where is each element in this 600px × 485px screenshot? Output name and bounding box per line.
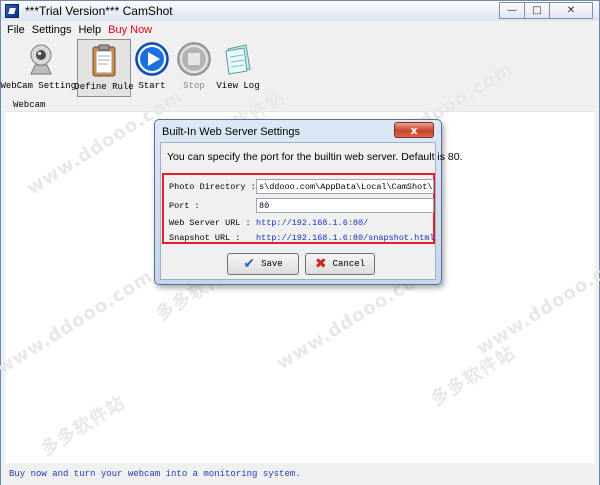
view-log-button[interactable]: View Log [215,39,261,97]
webcam-panel-label: Webcam [13,100,46,110]
snapshot-url-link[interactable]: http://192.168.1.6:80/snapshot.html [256,233,435,243]
webcam-icon [23,41,59,77]
watermark: www.ddooo.com [0,265,157,380]
window-controls: — □ ✕ [499,2,593,19]
menu-settings[interactable]: Settings [32,24,72,36]
cancel-button[interactable]: ✖ Cancel [305,253,375,275]
dialog-close-button[interactable]: x [394,122,434,138]
web-server-settings-dialog: Built-In Web Server Settings x You can s… [154,119,463,285]
web-server-url-label: Web Server URL : [169,218,251,228]
save-label: Save [261,259,283,269]
play-icon [134,41,170,77]
app-icon [5,4,19,18]
cross-icon: ✖ [314,256,327,272]
notepad-icon [220,41,256,77]
dialog-body: You can specify the port for the builtin… [160,142,463,280]
menu-file[interactable]: File [7,24,25,36]
start-button[interactable]: Start [131,39,173,97]
window-title: ***Trial Version*** CamShot [25,4,173,18]
minimize-button[interactable]: — [499,2,525,19]
webcam-settings-label: WebCam Settings [0,81,82,91]
photo-directory-label: Photo Directory : [169,182,256,192]
stop-label: Stop [183,81,205,91]
define-rule-button[interactable]: Define Rule [74,39,134,97]
watermark: 多多软件站 [427,342,520,411]
title-bar[interactable]: ***Trial Version*** CamShot — □ ✕ [1,1,599,21]
menu-help[interactable]: Help [78,24,101,36]
web-server-url-link[interactable]: http://192.168.1.6:80/ [256,218,368,228]
settings-highlight-box: Photo Directory : s\ddooo.com\AppData\Lo… [162,173,435,244]
stop-button[interactable]: Stop [173,39,215,97]
cancel-label: Cancel [332,259,366,269]
snapshot-url-label: Snapshot URL : [169,233,241,243]
menu-buy-now[interactable]: Buy Now [108,24,152,36]
view-log-label: View Log [216,81,260,91]
save-button[interactable]: ✔ Save [227,253,299,275]
status-text: Buy now and turn your webcam into a moni… [9,469,301,479]
start-label: Start [138,81,166,91]
dialog-title: Built-In Web Server Settings [162,126,300,138]
port-field[interactable]: 80 [256,198,434,213]
stop-icon [176,41,212,77]
menu-bar: File Settings Help Buy Now [1,21,599,39]
close-button[interactable]: ✕ [549,2,593,19]
dialog-description: You can specify the port for the builtin… [167,151,463,163]
maximize-button[interactable]: □ [524,2,550,19]
watermark: www.ddooo.com [473,245,600,360]
define-rule-label: Define Rule [74,82,134,92]
clipboard-icon [86,42,122,78]
port-label: Port : [169,201,200,211]
webcam-settings-button[interactable]: WebCam Settings [1,39,82,97]
watermark: 多多软件站 [37,392,130,461]
photo-directory-field[interactable]: s\ddooo.com\AppData\Local\CamShot\photo [256,179,434,194]
status-bar: Buy now and turn your webcam into a moni… [1,463,599,485]
checkmark-icon: ✔ [243,256,256,272]
